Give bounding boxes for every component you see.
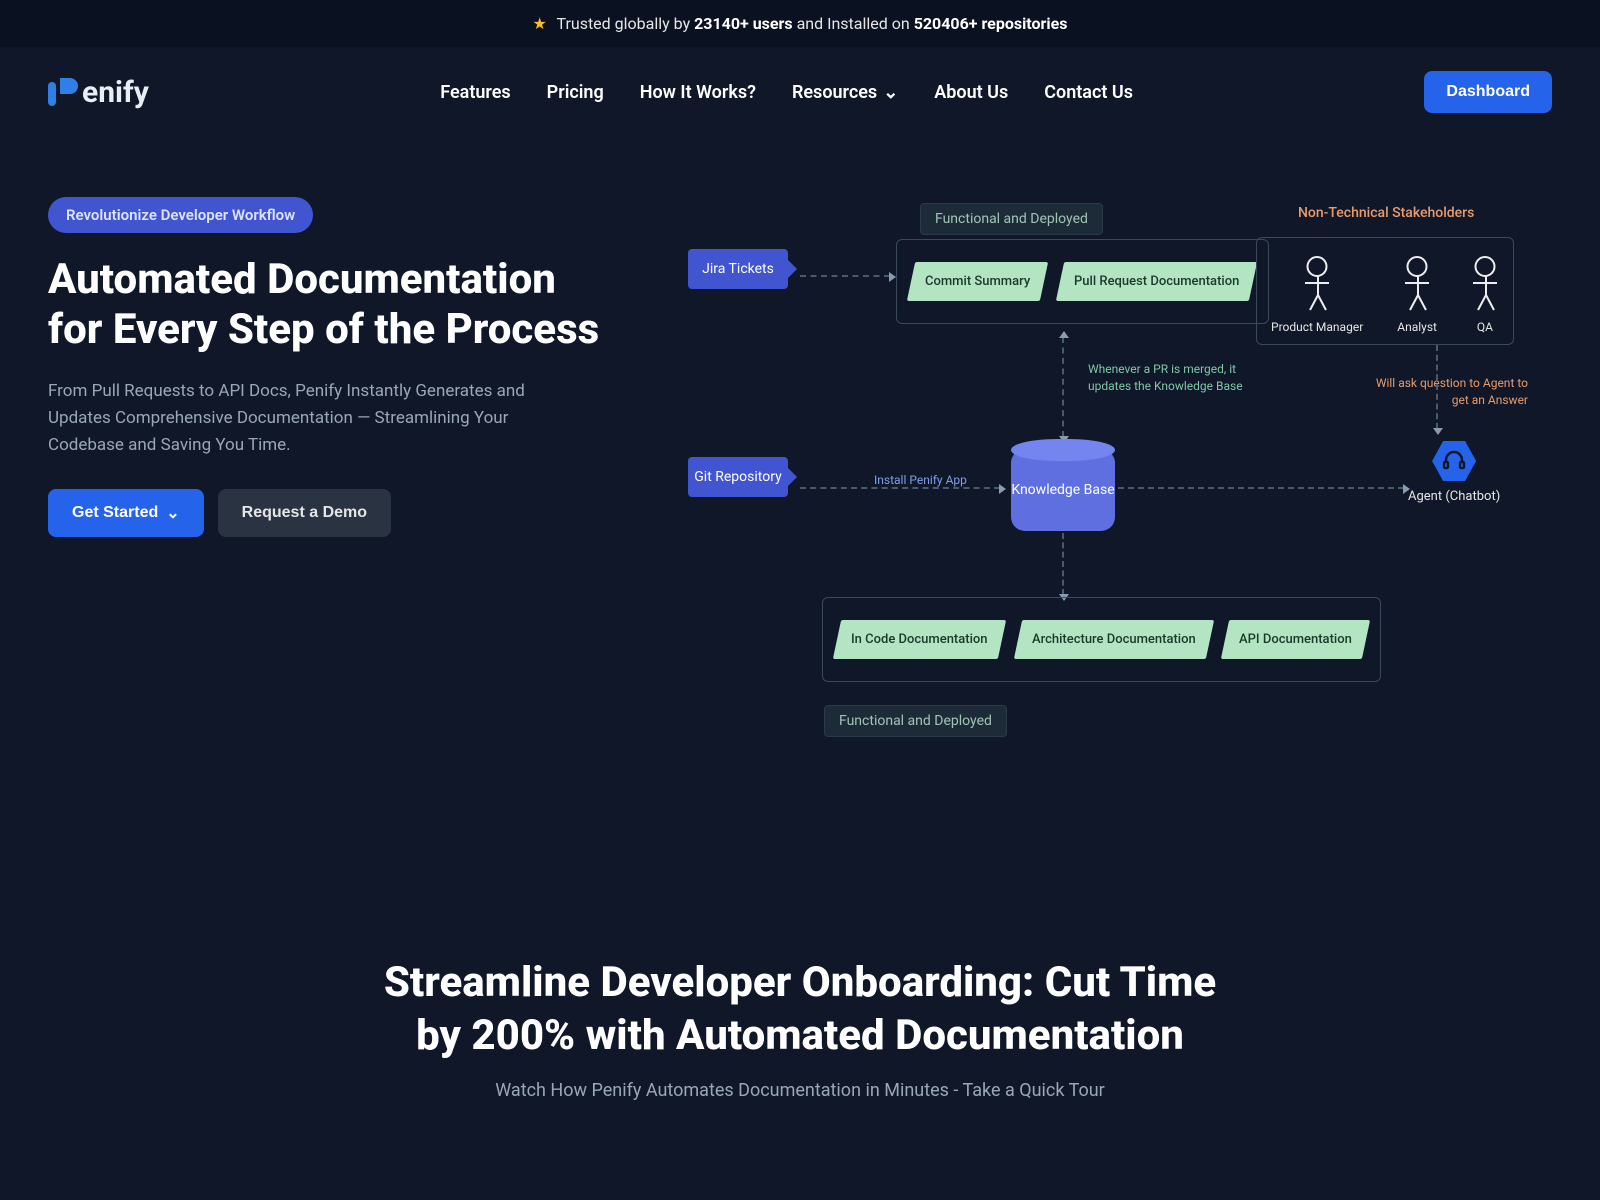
announcement-repos: 520406+ repositories [914, 14, 1068, 33]
logo-icon [48, 74, 78, 110]
agent-label: Agent (Chatbot) [1408, 489, 1500, 504]
nav-resources-label: Resources [792, 82, 877, 103]
announcement-mid: and Installed on [797, 14, 914, 33]
nav-features[interactable]: Features [440, 82, 510, 103]
nav-links: Features Pricing How It Works? Resources… [189, 82, 1385, 103]
api-doc-card: API Documentation [1221, 620, 1370, 659]
knowledge-base-label: Knowledge Base [1011, 449, 1115, 531]
logo[interactable]: enify [48, 74, 149, 110]
dashboard-button[interactable]: Dashboard [1424, 71, 1552, 113]
pm-label: Product Manager [1271, 320, 1363, 334]
knowledge-base-node: Knowledge Base [1011, 449, 1115, 531]
announcement-users: 23140+ users [694, 14, 793, 33]
arrow-git-to-kb [800, 487, 1000, 489]
onboarding-section: Streamline Developer Onboarding: Cut Tim… [0, 797, 1600, 1141]
arrow-kb-to-agent [1118, 487, 1404, 489]
hero-left: Revolutionize Developer Workflow Automat… [48, 197, 608, 757]
section2-subtitle: Watch How Penify Automates Documentation… [60, 1080, 1540, 1101]
announcement-prefix: Trusted globally by [556, 14, 694, 33]
nav-how-it-works[interactable]: How It Works? [640, 82, 756, 103]
arrow-topbox-kb [1062, 337, 1064, 437]
logo-text: enify [82, 75, 149, 110]
nav-about-us[interactable]: About Us [934, 82, 1008, 103]
ask-note: Will ask question to Agent to get an Ans… [1368, 375, 1528, 409]
navbar: enify Features Pricing How It Works? Res… [0, 47, 1600, 137]
nav-resources[interactable]: Resources ⌄ [792, 82, 898, 103]
person-icon [1403, 256, 1431, 312]
label-functional-deployed-bottom: Functional and Deployed [824, 705, 1007, 737]
nav-contact-us[interactable]: Contact Us [1044, 82, 1133, 103]
hero-ctas: Get Started ⌄ Request a Demo [48, 489, 608, 537]
architecture-doc-card: Architecture Documentation [1013, 620, 1213, 659]
arrow-kb-to-bottom [1062, 533, 1064, 595]
jira-tickets-node: Jira Tickets [688, 249, 788, 289]
stakeholder-pm: Product Manager [1271, 256, 1363, 334]
architecture-diagram: Functional and Deployed Non-Technical St… [648, 197, 1552, 757]
get-started-label: Get Started [72, 504, 158, 522]
hero-description: From Pull Requests to API Docs, Penify I… [48, 378, 588, 460]
commit-summary-card: Commit Summary [907, 262, 1049, 301]
request-demo-button[interactable]: Request a Demo [218, 489, 391, 537]
arrow-stakeholders-agent [1436, 345, 1438, 429]
stakeholder-qa: QA [1471, 256, 1499, 334]
agent-chatbot-node: Agent (Chatbot) [1408, 441, 1500, 504]
merge-note: Whenever a PR is merged, it updates the … [1088, 361, 1258, 395]
nav-pricing[interactable]: Pricing [547, 82, 604, 103]
stakeholder-analyst: Analyst [1397, 256, 1437, 334]
hero-title: Automated Documentation for Every Step o… [48, 255, 608, 356]
stakeholders-box: Product Manager Analyst QA [1256, 237, 1514, 345]
get-started-button[interactable]: Get Started ⌄ [48, 489, 204, 537]
top-box-group: Commit Summary Pull Request Documentatio… [896, 239, 1269, 324]
qa-label: QA [1471, 320, 1499, 334]
person-icon [1471, 256, 1499, 312]
chevron-down-icon: ⌄ [166, 503, 179, 523]
incode-doc-card: In Code Documentation [833, 620, 1006, 659]
arrow-jira-to-box [800, 275, 890, 277]
chevron-down-icon: ⌄ [883, 82, 898, 103]
headset-icon [1432, 441, 1476, 481]
analyst-label: Analyst [1397, 320, 1437, 334]
pull-request-doc-card: Pull Request Documentation [1056, 262, 1258, 301]
section2-title: Streamline Developer Onboarding: Cut Tim… [360, 957, 1240, 1062]
hero-section: Revolutionize Developer Workflow Automat… [0, 137, 1600, 797]
person-icon [1303, 256, 1331, 312]
label-functional-deployed-top: Functional and Deployed [920, 203, 1103, 235]
star-icon: ★ [532, 14, 546, 33]
announcement-bar: ★ Trusted globally by 23140+ users and I… [0, 0, 1600, 47]
stakeholders-title: Non-Technical Stakeholders [1298, 205, 1474, 221]
git-repository-node: Git Repository [688, 457, 788, 497]
hero-tag: Revolutionize Developer Workflow [48, 197, 313, 233]
bottom-box-group: In Code Documentation Architecture Docum… [822, 597, 1381, 682]
